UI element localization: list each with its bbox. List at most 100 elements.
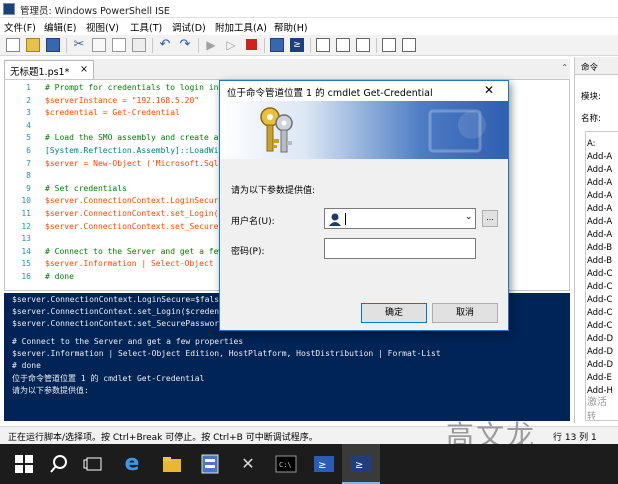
menu-file[interactable]: 文件(F) [4,20,36,34]
menu-bar: 文件(F) 编辑(E) 视图(V) 工具(T) 调试(D) 附加工具(A) 帮助… [0,18,618,35]
toolbar-separator [66,38,67,53]
command-item[interactable]: Add-C [587,321,612,331]
code-line: $credential = Get-Credential [45,108,180,118]
code-line: $serverInstance = "192.168.5.20" [45,95,200,105]
ok-button[interactable]: 确定 [361,303,427,323]
line-number: 11 [21,209,31,218]
command-item[interactable]: Add-A [587,165,612,175]
powershell-app-icon [3,3,15,15]
redo-icon[interactable]: ↷ [178,38,192,52]
tools-icon[interactable]: ✕ [236,452,260,476]
server-manager-icon[interactable] [198,452,222,476]
clear-console-icon[interactable] [132,38,146,52]
task-view-icon[interactable] [82,452,106,476]
line-number: 4 [26,120,31,130]
command-item[interactable]: Add-D [587,360,613,370]
toolbar-separator [198,38,199,53]
cut-icon[interactable]: ✂ [72,38,86,52]
remote-powershell-icon[interactable] [270,38,284,52]
undo-icon[interactable]: ↶ [158,38,172,52]
command-item[interactable]: Add-A [587,217,612,227]
editor-tab-bar: 无标题1.ps1* × ⌃ [4,59,570,79]
username-label: 用户名(U): [231,217,275,227]
browse-button[interactable]: ... [482,210,498,227]
command-item[interactable]: Add-B [587,256,612,266]
line-number: 10 [21,196,31,206]
menu-edit[interactable]: 编辑(E) [44,20,76,34]
run-script-icon[interactable]: ▶ [204,38,218,52]
command-item[interactable]: Add-C [587,282,612,292]
line-number: 3 [26,108,31,118]
chevron-down-icon[interactable]: ⌄ [465,212,473,222]
tab-untitled1[interactable]: 无标题1.ps1* × [4,60,94,79]
new-file-icon[interactable] [6,38,20,52]
command-prompt-icon[interactable]: C:\ [274,452,298,476]
tab-close-icon[interactable]: × [80,64,88,75]
file-explorer-icon[interactable] [160,452,184,476]
show-command-window-icon[interactable] [382,38,396,52]
show-script-right-icon[interactable] [336,38,350,52]
status-text: 正在运行脚本/选择项。按 Ctrl+Break 可停止。按 Ctrl+B 可中断… [8,433,318,443]
taskbar: e ✕ C:\ ≥ ≥ [0,444,618,484]
command-item[interactable]: Add-A [587,152,612,162]
edge-browser-icon[interactable]: e [120,452,144,476]
command-item[interactable]: A: [587,139,596,149]
code-line: # done [45,272,74,281]
dialog-title: 位于命令管道位置 1 的 cmdlet Get-Credential [227,88,433,99]
command-item[interactable]: Add-D [587,334,613,344]
search-icon[interactable] [47,452,71,476]
close-icon[interactable]: ✕ [484,83,494,97]
line-number: 14 [21,246,31,256]
line-number: 1 [26,83,31,92]
command-item[interactable]: Add-A [587,204,612,214]
password-field[interactable] [324,238,476,259]
command-item[interactable]: Add-C [587,295,612,305]
tab-collapse-icon[interactable]: ⌃ [561,63,568,72]
open-folder-icon[interactable] [26,38,40,52]
console-line: 请为以下参数提供值: [12,386,89,395]
command-item[interactable]: Add-C [587,308,612,318]
username-field[interactable]: ⌄ [324,208,476,229]
command-item[interactable]: Add-E [587,373,612,383]
keys-icon [260,107,293,153]
command-item[interactable]: Add-A [587,191,612,201]
code-line: $server.ConnectionContext.set_Login($c [45,209,229,218]
dialog-body: 请为以下参数提供值: 用户名(U): ⌄ ... 密码(P): 确定 取消 [220,159,508,330]
command-item[interactable]: Add-A [587,230,612,240]
menu-help[interactable]: 帮助(H) [274,20,308,34]
line-number: 9 [26,183,31,193]
command-item[interactable]: Add-D [587,347,613,357]
credential-banner [220,101,508,159]
text-caret [345,213,346,225]
svg-text:C:\: C:\ [279,461,292,469]
powershell-taskbar-icon[interactable]: ≥ [312,452,336,476]
copy-icon[interactable] [92,38,106,52]
line-number: 7 [26,158,31,168]
menu-debug[interactable]: 调试(D) [172,20,206,34]
user-icon [329,213,341,226]
cancel-button[interactable]: 取消 [432,303,498,323]
code-line: $server.Information | Select-Object Ed [45,259,229,269]
menu-view[interactable]: 视图(V) [86,20,119,34]
code-line: # Prompt for credentials to login into [45,83,229,92]
menu-addons[interactable]: 附加工具(A) [215,20,267,34]
activate-windows-text: 激活 [587,397,607,408]
command-item[interactable]: Add-C [587,269,612,279]
line-number: 2 [26,95,31,105]
run-selection-icon[interactable]: ▷ [224,38,238,52]
show-script-top-icon[interactable] [316,38,330,52]
command-item[interactable]: Add-A [587,178,612,188]
console-line: # Connect to the Server and get a few pr… [12,337,244,346]
menu-tools[interactable]: 工具(T) [130,20,162,34]
powershell-console-icon[interactable]: ≥ [290,38,304,52]
show-script-maximized-icon[interactable] [356,38,370,52]
line-number: 6 [26,146,31,155]
start-windows-icon[interactable] [12,452,36,476]
save-icon[interactable] [46,38,60,52]
active-taskbar-item[interactable]: ≥ [342,444,380,484]
console-line: 位于命令管道位置 1 的 cmdlet Get-Credential [12,374,205,383]
paste-icon[interactable] [112,38,126,52]
show-command-addon-icon[interactable] [402,38,416,52]
stop-icon[interactable] [246,39,257,50]
command-item[interactable]: Add-B [587,243,612,253]
